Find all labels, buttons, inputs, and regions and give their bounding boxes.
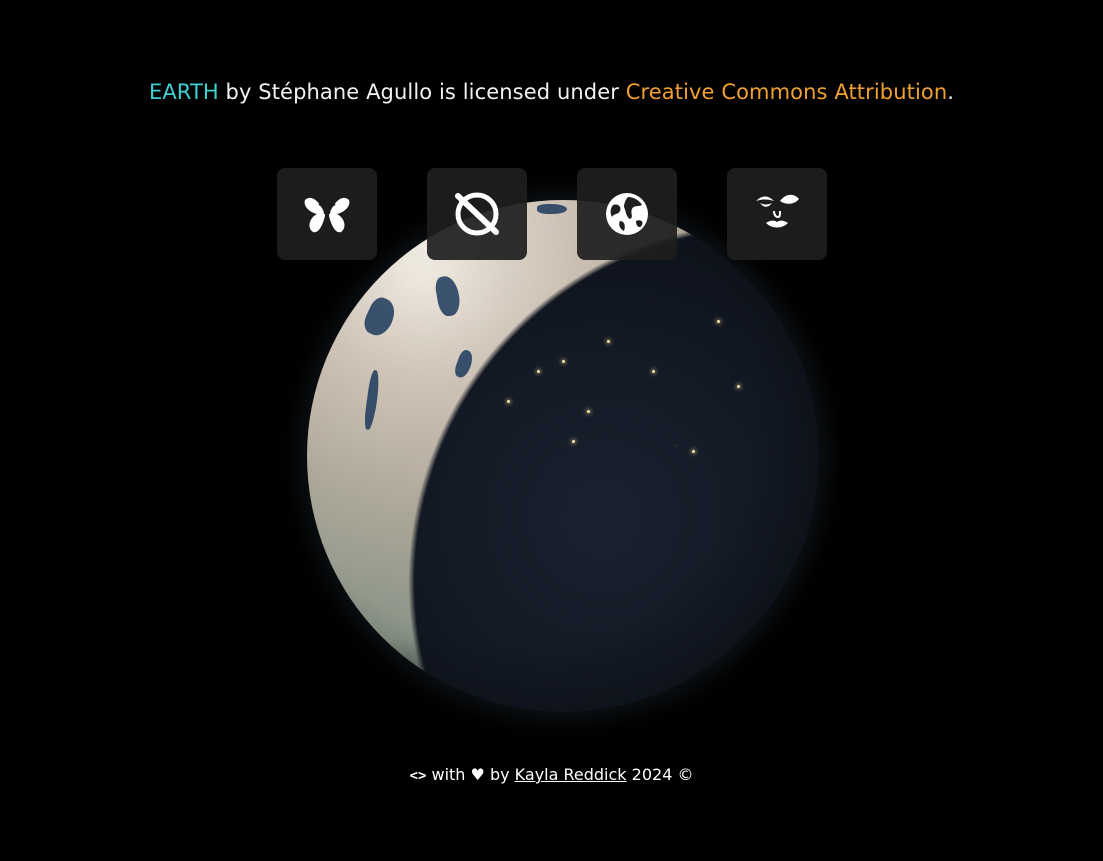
attribution-period: . <box>947 80 955 104</box>
earth-button[interactable] <box>577 168 677 260</box>
heart-icon: ♥ <box>470 765 485 784</box>
model-switcher <box>277 168 827 260</box>
face-icon <box>756 194 799 228</box>
attribution-line: EARTH by Stéphane Agullo is licensed und… <box>0 76 1103 108</box>
model-title-link[interactable]: EARTH <box>149 80 219 104</box>
butterfly-button[interactable] <box>277 168 377 260</box>
footer-with-text: with <box>426 765 471 784</box>
face-button[interactable] <box>727 168 827 260</box>
footer: <> with ♥ by Kayla Reddick 2024 © <box>0 763 1103 788</box>
code-symbol: <> <box>409 768 427 784</box>
footer-year: 2024 © <box>626 765 694 784</box>
license-link[interactable]: Creative Commons Attribution <box>626 80 948 104</box>
attribution-by-text: by Stéphane Agullo is licensed under <box>218 80 626 104</box>
author-link[interactable]: Kayla Reddick <box>515 765 627 784</box>
footer-by-text: by <box>484 765 515 784</box>
no-planet-icon <box>455 192 499 236</box>
no-planet-button[interactable] <box>427 168 527 260</box>
earth-globe-icon <box>606 193 648 235</box>
butterfly-icon <box>304 197 350 233</box>
page: EARTH by Stéphane Agullo is licensed und… <box>0 0 1103 861</box>
earth-shading <box>307 200 819 712</box>
earth-model[interactable] <box>307 200 819 712</box>
